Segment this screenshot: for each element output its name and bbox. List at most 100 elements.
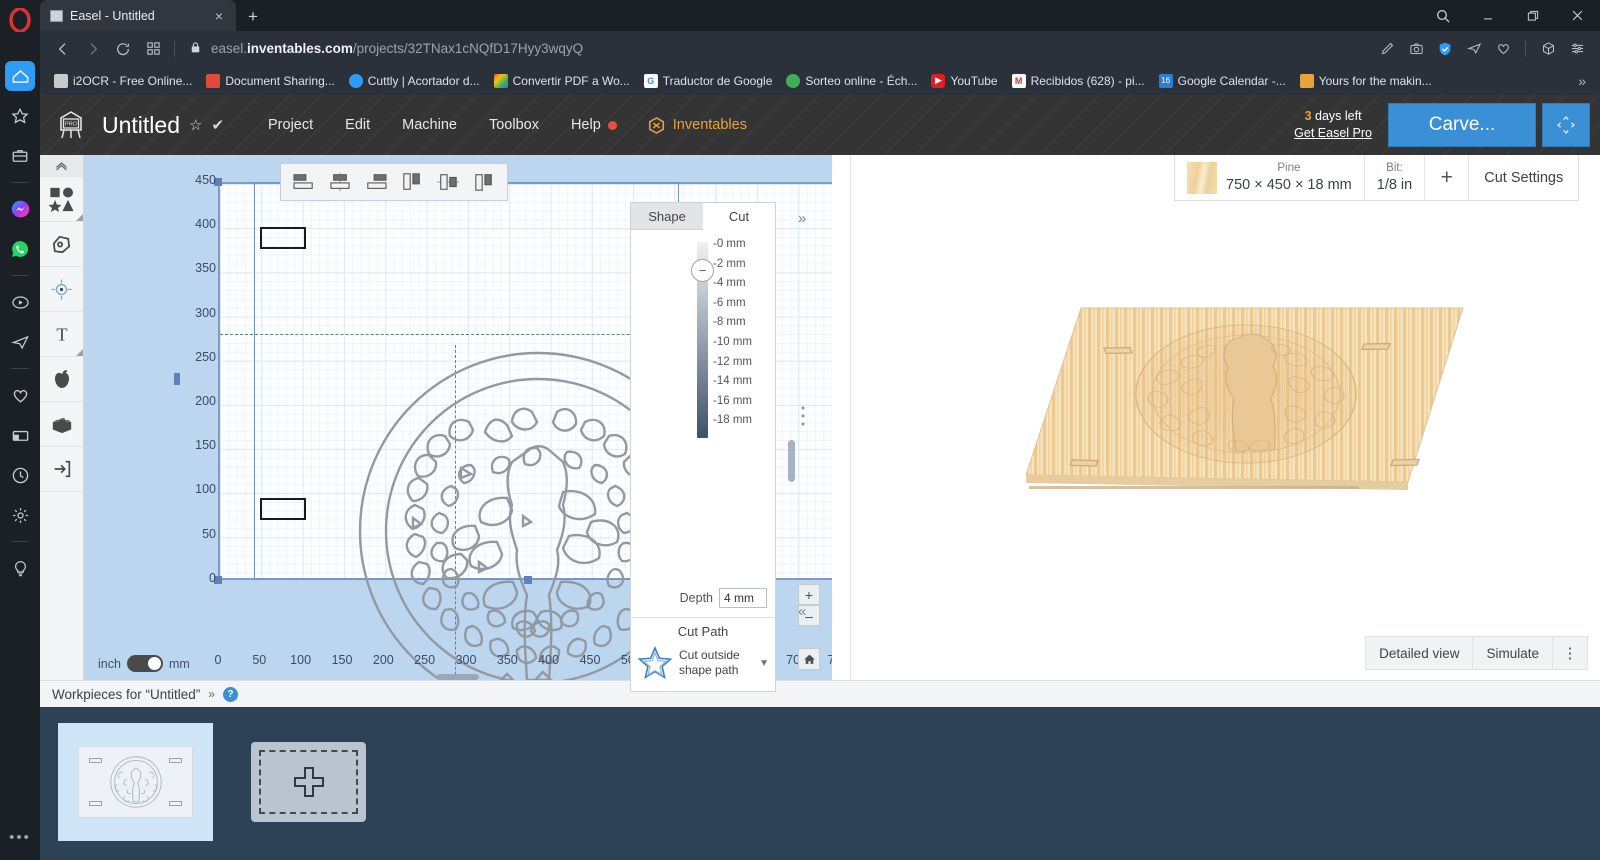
forward-button[interactable] (78, 35, 108, 63)
workpiece-item-1[interactable] (58, 723, 213, 841)
panel-resize-handle[interactable] (800, 405, 806, 427)
tab-grid-icon[interactable] (138, 35, 168, 63)
window-minimize-button[interactable] (1465, 0, 1510, 31)
canvas-vertical-scrollbar[interactable] (788, 440, 795, 482)
bookmark-item[interactable]: Convertir PDF a Wo... (488, 71, 636, 91)
carve-button[interactable]: Carve... (1388, 103, 1536, 147)
menu-machine[interactable]: Machine (386, 95, 473, 155)
bookmark-item[interactable]: Sorteo online - Éch... (780, 71, 923, 91)
text-tool-icon[interactable]: T (40, 312, 83, 357)
bookmark-item[interactable]: M Recibidos (628) - pi... (1006, 71, 1151, 91)
bookmark-item[interactable]: i2OCR - Free Online... (48, 71, 198, 91)
center-point-tool-icon[interactable] (40, 267, 83, 312)
depth-slider[interactable]: − -0 mm -2 mm -4 mm -6 mm -8 mm -10 mm -… (631, 230, 775, 588)
heart-icon[interactable] (1490, 36, 1516, 62)
new-tab-button[interactable]: + (239, 3, 267, 31)
shapes-tool-icon[interactable] (40, 177, 83, 222)
align-middle-vertical-button[interactable] (431, 167, 465, 197)
chevron-down-icon[interactable]: ▼ (759, 658, 769, 669)
shield-check-icon[interactable] (1432, 36, 1458, 62)
unit-toggle-switch[interactable] (126, 655, 163, 672)
bookmark-item[interactable]: G Traductor de Google (638, 71, 779, 91)
align-left-button[interactable] (287, 167, 321, 197)
3d-wood-preview[interactable] (971, 290, 1471, 520)
sidebar-item-messenger[interactable] (5, 194, 35, 224)
sidebar-item-history[interactable] (5, 460, 35, 490)
sidebar-item-home[interactable] (5, 61, 35, 91)
search-icon[interactable] (1420, 0, 1465, 31)
easel-pro-logo[interactable]: PRO (54, 109, 88, 141)
pin-edit-icon[interactable] (1374, 36, 1400, 62)
depth-input[interactable]: 4 mm (719, 588, 767, 608)
sidebar-item-favorites[interactable] (5, 101, 35, 131)
bookmark-item[interactable]: ▶ YouTube (925, 71, 1003, 91)
bit-selector[interactable]: Bit: 1/8 in (1365, 155, 1426, 200)
workpiece-add-item[interactable] (231, 723, 386, 841)
zoom-in-button[interactable]: + (798, 584, 820, 605)
menu-help[interactable]: Help (555, 95, 633, 155)
cut-path-selector[interactable]: Cut outside shape path ▼ (631, 645, 775, 681)
sidebar-item-player[interactable] (5, 287, 35, 317)
slot-rect[interactable] (260, 498, 306, 520)
depth-slider-handle[interactable]: − (691, 259, 714, 282)
panel-collapse-right-icon[interactable]: » (798, 210, 806, 227)
slot-rect[interactable] (260, 227, 306, 249)
sliders-icon[interactable] (1564, 36, 1590, 62)
window-close-button[interactable] (1555, 0, 1600, 31)
tab-cut[interactable]: Cut (703, 203, 775, 230)
sidebar-item-pinboards[interactable] (5, 380, 35, 410)
bookmark-item[interactable]: 16 Google Calendar -... (1153, 71, 1292, 91)
menu-toolbox[interactable]: Toolbox (473, 95, 555, 155)
cube-icon[interactable] (1535, 36, 1561, 62)
panel-collapse-left-icon[interactable]: « (798, 603, 806, 620)
chevron-down-icon[interactable]: » (208, 687, 215, 701)
window-maximize-button[interactable] (1510, 0, 1555, 31)
home-reset-icon[interactable] (798, 648, 820, 670)
sidebar-item-whatsapp[interactable] (5, 234, 35, 264)
clipart-apple-icon[interactable] (40, 357, 83, 402)
get-easel-pro-link[interactable]: Get Easel Pro (1294, 125, 1372, 142)
move-arrows-icon[interactable] (1542, 103, 1590, 147)
menu-edit[interactable]: Edit (329, 95, 386, 155)
sidebar-item-telegram[interactable] (5, 327, 35, 357)
bookmarks-overflow-button[interactable]: » (1578, 73, 1592, 89)
add-workpiece-tile[interactable] (251, 742, 366, 822)
unit-toggle[interactable]: inch mm (98, 655, 190, 672)
sidebar-more-button[interactable]: ••• (9, 829, 31, 846)
sidebar-item-tips[interactable] (5, 553, 35, 583)
simulate-button[interactable]: Simulate (1473, 637, 1553, 669)
help-icon[interactable]: ? (222, 686, 238, 702)
preview-more-menu-icon[interactable]: ⋮ (1553, 637, 1587, 669)
import-tool-icon[interactable] (40, 447, 83, 492)
collapse-panel-chevron-icon[interactable] (40, 155, 83, 177)
3d-preview-panel[interactable]: Pine 750 × 450 × 18 mm Bit: 1/8 in + Cut… (850, 155, 1600, 680)
align-top-button[interactable] (395, 167, 429, 197)
sidebar-item-cast-screen[interactable] (5, 420, 35, 450)
cut-settings-button[interactable]: Cut Settings (1469, 155, 1578, 200)
browser-tab[interactable]: Easel - Untitled × (40, 0, 236, 31)
favorite-star-icon[interactable]: ☆ (189, 116, 202, 134)
camera-icon[interactable] (1403, 36, 1429, 62)
align-bottom-button[interactable] (467, 167, 501, 197)
3d-blocks-icon[interactable] (40, 402, 83, 447)
opera-logo[interactable] (6, 6, 34, 34)
detailed-view-button[interactable]: Detailed view (1366, 637, 1474, 669)
inventables-link[interactable]: Inventables (647, 116, 747, 135)
sidebar-item-workspaces[interactable] (5, 141, 35, 171)
menu-project[interactable]: Project (252, 95, 329, 155)
material-selector[interactable]: Pine 750 × 450 × 18 mm (1175, 155, 1365, 200)
add-bit-button[interactable]: + (1425, 155, 1470, 200)
bookmark-item[interactable]: Yours for the makin... (1294, 71, 1438, 91)
tab-shape[interactable]: Shape (631, 203, 703, 230)
pen-tool-icon[interactable] (40, 222, 83, 267)
bookmark-item[interactable]: Document Sharing... (200, 71, 340, 91)
align-center-horizontal-button[interactable] (323, 167, 357, 197)
align-right-button[interactable] (359, 167, 393, 197)
tab-close-icon[interactable]: × (210, 7, 228, 25)
send-icon[interactable] (1461, 36, 1487, 62)
bookmark-item[interactable]: Cuttly | Acortador d... (343, 71, 486, 91)
reload-button[interactable] (108, 35, 138, 63)
back-button[interactable] (48, 35, 78, 63)
sidebar-item-settings[interactable] (5, 500, 35, 530)
url-field[interactable]: easel.inventables.com/projects/32TNax1cN… (181, 41, 1374, 57)
